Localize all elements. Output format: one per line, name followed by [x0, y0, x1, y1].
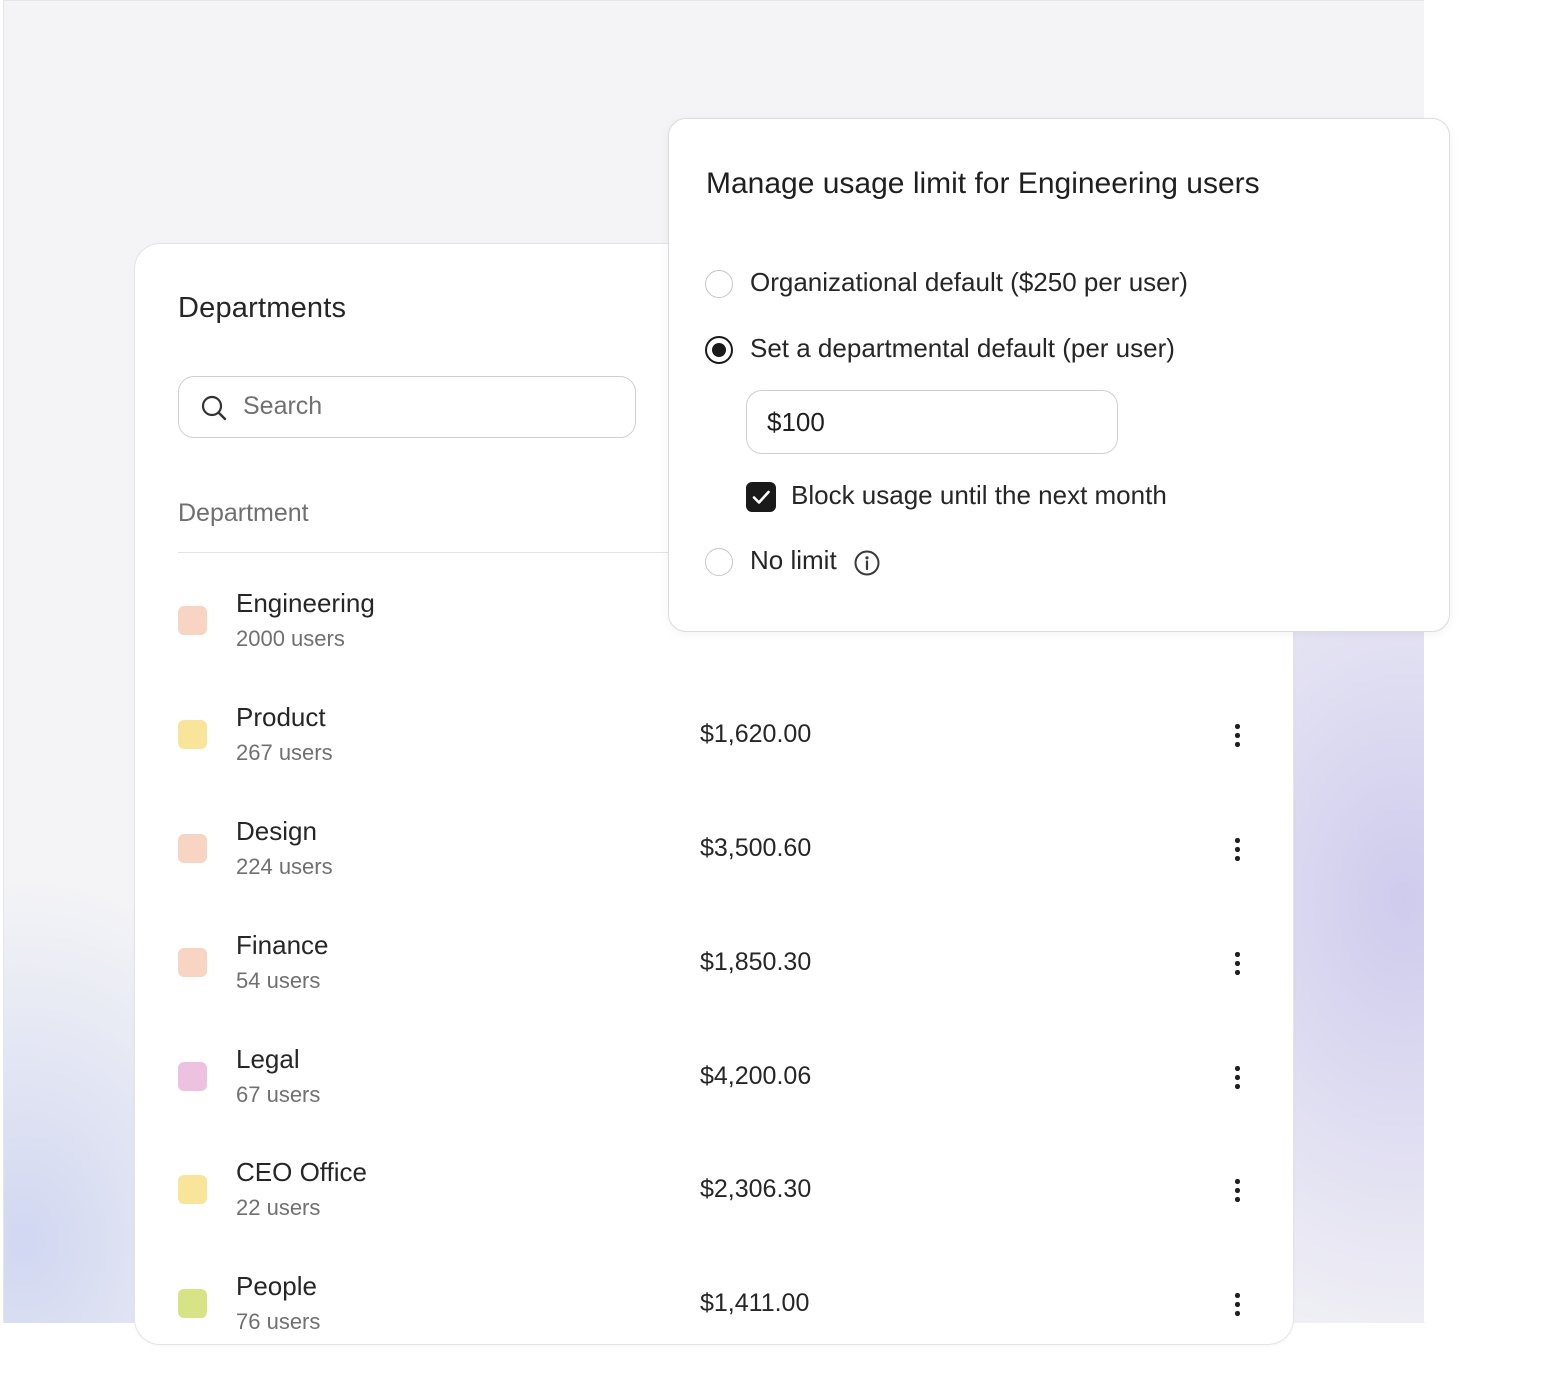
table-row[interactable]: Design 224 users $3,500.60 — [135, 816, 1293, 930]
department-name: CEO Office — [236, 1157, 368, 1187]
option-label: Organizational default ($250 per user) — [750, 267, 1188, 297]
more-options-icon[interactable] — [1223, 950, 1251, 980]
department-user-count: 67 users — [236, 1082, 321, 1107]
search-input[interactable] — [243, 377, 623, 435]
department-name: Product — [236, 702, 326, 732]
info-icon[interactable] — [853, 549, 881, 577]
column-header-department: Department — [178, 499, 309, 527]
department-name: Finance — [236, 930, 329, 960]
option-label: No limit — [750, 545, 837, 575]
search-icon — [201, 395, 227, 421]
more-options-icon[interactable] — [1223, 836, 1251, 866]
popover-title: Manage usage limit for Engineering users — [706, 167, 1260, 200]
radio-button-selected[interactable] — [705, 336, 733, 364]
table-row[interactable]: People 76 users $1,411.00 — [135, 1271, 1293, 1385]
department-name: Legal — [236, 1044, 300, 1074]
radio-button[interactable] — [705, 270, 733, 298]
radio-button[interactable] — [705, 548, 733, 576]
checkmark-icon — [752, 490, 770, 504]
department-color-swatch — [178, 948, 207, 977]
department-color-swatch — [178, 606, 207, 635]
table-row[interactable]: Legal 67 users $4,200.06 — [135, 1044, 1293, 1158]
department-user-count: 2000 users — [236, 626, 345, 651]
department-color-swatch — [178, 720, 207, 749]
usage-limit-popover: Manage usage limit for Engineering users… — [668, 118, 1450, 632]
checkbox-checked[interactable] — [746, 482, 776, 512]
department-amount: $1,411.00 — [700, 1289, 810, 1317]
department-color-swatch — [178, 834, 207, 863]
more-options-icon[interactable] — [1223, 1064, 1251, 1094]
department-color-swatch — [178, 1062, 207, 1091]
table-row[interactable]: CEO Office 22 users $2,306.30 — [135, 1157, 1293, 1271]
table-row[interactable]: Product 267 users $1,620.00 — [135, 702, 1293, 816]
department-user-count: 54 users — [236, 968, 321, 993]
department-amount: $1,620.00 — [700, 720, 812, 748]
department-user-count: 224 users — [236, 854, 333, 879]
department-color-swatch — [178, 1289, 207, 1318]
department-amount: $4,200.06 — [700, 1062, 812, 1090]
departments-title: Departments — [178, 292, 347, 324]
department-amount: $2,306.30 — [700, 1175, 812, 1203]
checkbox-label: Block usage until the next month — [791, 480, 1167, 510]
department-user-count: 22 users — [236, 1195, 321, 1220]
department-name: Design — [236, 816, 317, 846]
department-amount: $1,850.30 — [700, 948, 812, 976]
more-options-icon[interactable] — [1223, 1177, 1251, 1207]
option-label: Set a departmental default (per user) — [750, 333, 1175, 363]
department-amount: $3,500.60 — [700, 834, 812, 862]
department-user-count: 76 users — [236, 1309, 321, 1334]
department-color-swatch — [178, 1175, 207, 1204]
departmental-limit-input[interactable] — [746, 390, 1118, 454]
table-row[interactable]: Finance 54 users $1,850.30 — [135, 930, 1293, 1044]
more-options-icon[interactable] — [1223, 1291, 1251, 1321]
department-user-count: 267 users — [236, 740, 333, 765]
department-name: People — [236, 1271, 317, 1301]
department-name: Engineering — [236, 588, 375, 618]
search-box — [178, 376, 636, 438]
more-options-icon[interactable] — [1223, 722, 1251, 752]
